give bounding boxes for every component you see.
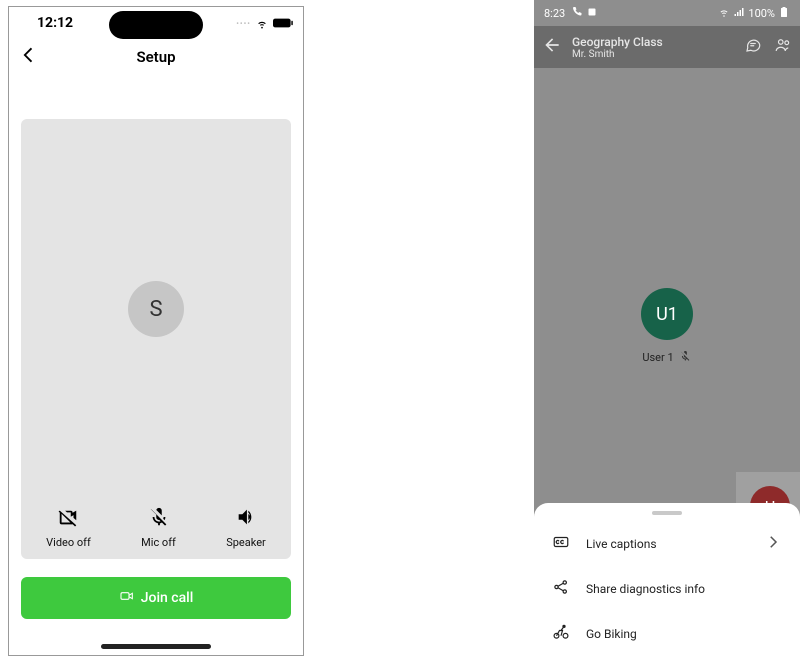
header-action-icons [744, 36, 792, 58]
ios-notch [109, 11, 203, 39]
stop-icon [586, 6, 598, 21]
phone-icon [571, 6, 583, 21]
sheet-label: Share diagnostics info [586, 582, 705, 596]
ios-status-right: •••• [236, 16, 295, 30]
signal-icon [733, 6, 745, 21]
video-preview-area: S Video off Mic off Speaker [21, 119, 291, 559]
participant-name: User 1 [642, 351, 673, 364]
call-subtitle: Mr. Smith [572, 49, 663, 60]
preview-control-row: Video off Mic off Speaker [21, 506, 291, 549]
speaker-toggle-label: Speaker [226, 536, 266, 549]
sheet-item-share-diagnostics[interactable]: Share diagnostics info [534, 566, 800, 611]
avatar-letter: S [149, 297, 162, 322]
android-status-bar: 8:23 100% [534, 0, 800, 26]
join-call-button[interactable]: Join call [21, 577, 291, 619]
android-status-right: 100% [718, 6, 790, 21]
mic-off-icon [148, 506, 170, 532]
people-button[interactable] [774, 36, 792, 58]
speaker-toggle[interactable]: Speaker [226, 506, 266, 549]
wifi-icon [255, 16, 269, 30]
call-header: Geography Class Mr. Smith [534, 26, 800, 68]
video-toggle[interactable]: Video off [46, 506, 91, 549]
sheet-label: Go Biking [586, 627, 637, 641]
battery-icon [273, 17, 295, 29]
join-call-label: Join call [141, 590, 194, 606]
call-main-area: U1 User 1 U Live captions [534, 68, 800, 662]
mic-muted-icon [680, 350, 692, 365]
back-button[interactable] [19, 45, 39, 69]
wifi-calling-icon [718, 6, 730, 21]
home-indicator[interactable] [101, 644, 211, 649]
ios-phone-frame: 12:12 •••• Setup S Video off [8, 6, 304, 656]
mic-toggle[interactable]: Mic off [141, 506, 176, 549]
battery-text: 100% [748, 7, 775, 20]
page-title: Setup [136, 48, 175, 66]
participant-avatar: U1 [641, 288, 693, 340]
signal-dots-icon: •••• [236, 19, 251, 28]
bike-icon [552, 623, 570, 644]
android-phone-frame: 8:23 100% Geography Class Mr. Smith [534, 0, 800, 662]
ios-nav-bar: Setup [9, 39, 303, 75]
sheet-drag-handle[interactable] [652, 511, 682, 515]
video-toggle-label: Video off [46, 536, 91, 549]
back-button[interactable] [542, 35, 562, 59]
ios-time: 12:12 [37, 15, 73, 31]
speaker-icon [235, 506, 257, 532]
sheet-label: Live captions [586, 537, 657, 551]
participant-label-row: User 1 [642, 350, 691, 365]
android-time: 8:23 [544, 7, 565, 20]
battery-full-icon [778, 6, 790, 21]
video-off-icon [57, 506, 79, 532]
share-icon [552, 578, 570, 599]
cc-icon [552, 533, 570, 554]
sheet-item-live-captions[interactable]: Live captions [534, 521, 800, 566]
video-icon [119, 588, 135, 608]
ios-status-bar: 12:12 •••• [9, 7, 303, 39]
chat-button[interactable] [744, 36, 762, 58]
call-title: Geography Class [572, 35, 663, 49]
self-avatar: S [128, 281, 184, 337]
participant-avatar-text: U1 [656, 304, 678, 325]
bottom-sheet: Live captions Share diagnostics info Go … [534, 503, 800, 662]
sheet-item-go-biking[interactable]: Go Biking [534, 611, 800, 656]
mic-toggle-label: Mic off [141, 536, 176, 549]
header-text-block: Geography Class Mr. Smith [572, 35, 663, 60]
chevron-right-icon [764, 533, 782, 554]
